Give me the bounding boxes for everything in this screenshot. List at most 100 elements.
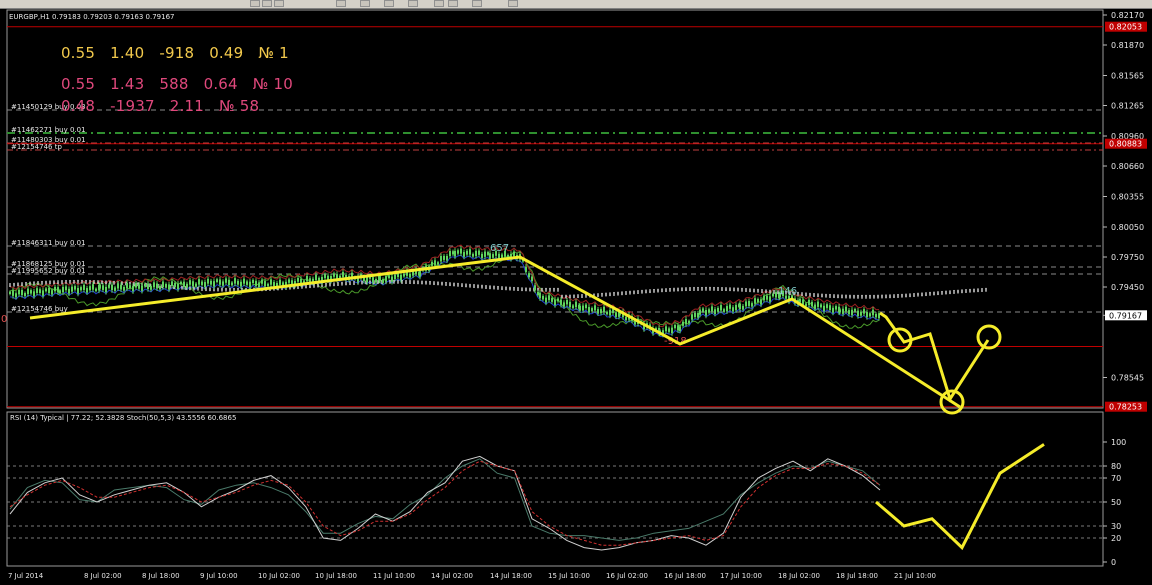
- osc-tick-label: 20: [1111, 534, 1121, 543]
- candle-body: [89, 286, 91, 291]
- candle-body: [668, 328, 670, 332]
- cloud-dot: [673, 287, 675, 290]
- candle-body: [679, 326, 681, 332]
- candle-body: [832, 307, 834, 313]
- order-level-label: #12154746 tp: [11, 143, 62, 151]
- cloud-dot: [625, 290, 627, 293]
- candle-body: [600, 309, 602, 314]
- cloud-dot: [817, 293, 819, 295]
- cloud-dot: [797, 291, 799, 294]
- candle-body: [866, 312, 868, 318]
- candle-body: [625, 316, 627, 321]
- cloud-dot: [425, 280, 427, 283]
- candle-body: [603, 306, 605, 313]
- cloud-dot: [977, 288, 979, 290]
- candle-body: [18, 289, 20, 295]
- cloud-dot: [709, 286, 711, 289]
- candle-body: [42, 290, 44, 296]
- x-tick-label: 10 Jul 18:00: [315, 572, 357, 580]
- candle-body: [446, 255, 448, 261]
- candle-body: [487, 252, 489, 255]
- order-level-label: #12154746 buy: [11, 305, 68, 313]
- cloud-dot: [565, 294, 567, 297]
- cloud-dot: [937, 291, 939, 293]
- candle-body: [857, 310, 859, 317]
- candle-body: [569, 301, 571, 308]
- candle-body: [379, 276, 381, 281]
- oscillator-series: [9, 458, 881, 541]
- cloud-dot: [605, 292, 607, 295]
- candle-body: [860, 311, 862, 316]
- candle-body: [382, 279, 384, 283]
- cloud-dot: [761, 288, 763, 291]
- y-tick-label: 0.78545: [1111, 374, 1144, 383]
- candle-body: [231, 282, 233, 286]
- candle-body: [62, 286, 64, 293]
- candle-body: [501, 254, 503, 258]
- candle-body: [575, 301, 577, 308]
- cloud-dot: [881, 294, 883, 297]
- cloud-dot: [853, 294, 855, 297]
- candle-body: [48, 287, 50, 294]
- candle-body: [177, 283, 179, 290]
- candle-body: [582, 305, 584, 311]
- candle-body: [249, 281, 251, 288]
- cloud-dot: [409, 280, 411, 282]
- cloud-dot: [477, 284, 479, 286]
- cloud-dot: [569, 294, 571, 297]
- x-tick-label: 8 Jul 02:00: [84, 572, 122, 580]
- cloud-dot: [653, 288, 655, 291]
- candle-body: [126, 282, 128, 289]
- cloud-dot: [925, 292, 927, 294]
- candle-body: [168, 284, 170, 290]
- cloud-dot: [449, 282, 451, 284]
- candle-body: [333, 273, 335, 277]
- cloud-dot: [901, 293, 903, 296]
- cloud-dot: [325, 282, 327, 285]
- cloud-dot: [69, 279, 71, 282]
- candle-body: [189, 280, 191, 285]
- candle-body: [723, 309, 725, 312]
- candle-body: [24, 292, 26, 297]
- cloud-dot: [41, 280, 43, 283]
- cloud-dot: [693, 286, 695, 289]
- candle-body: [674, 324, 676, 329]
- candle-body: [594, 305, 596, 311]
- candle-body: [688, 320, 690, 324]
- candle-body: [534, 285, 536, 291]
- candle-body: [808, 299, 810, 306]
- cloud-dot: [417, 280, 419, 282]
- candle-body: [71, 286, 73, 292]
- candle-body: [132, 285, 134, 292]
- candle-body: [560, 299, 562, 305]
- cloud-dot: [929, 291, 931, 294]
- cloud-dot: [25, 281, 27, 284]
- cloud-dot: [621, 291, 623, 293]
- cloud-dot: [733, 287, 735, 289]
- stat-value: -1937: [110, 97, 155, 115]
- annotation-label: 657: [490, 243, 509, 254]
- cloud-dot: [429, 280, 431, 283]
- candle-body: [213, 281, 215, 287]
- cloud-dot: [473, 284, 475, 286]
- candle-body: [717, 307, 719, 312]
- price-tag-label: 0.78253: [1109, 403, 1142, 412]
- candle-body: [449, 250, 451, 257]
- candle-body: [434, 260, 436, 266]
- cloud-dot: [561, 294, 563, 297]
- cloud-dot: [97, 280, 99, 282]
- cloud-dot: [505, 286, 507, 288]
- cloud-dot: [441, 281, 443, 284]
- candle-body: [554, 299, 556, 306]
- cloud-dot: [713, 286, 715, 289]
- cloud-dot: [829, 293, 831, 296]
- candle-body: [817, 301, 819, 307]
- y-tick-label: 0.80355: [1111, 193, 1144, 202]
- cloud-dot: [677, 287, 679, 290]
- candle-body: [829, 305, 831, 311]
- cloud-dot: [21, 282, 23, 284]
- candle-body: [27, 288, 29, 295]
- cloud-dot: [553, 287, 555, 290]
- candle-body: [9, 291, 11, 295]
- candle-body: [513, 251, 515, 257]
